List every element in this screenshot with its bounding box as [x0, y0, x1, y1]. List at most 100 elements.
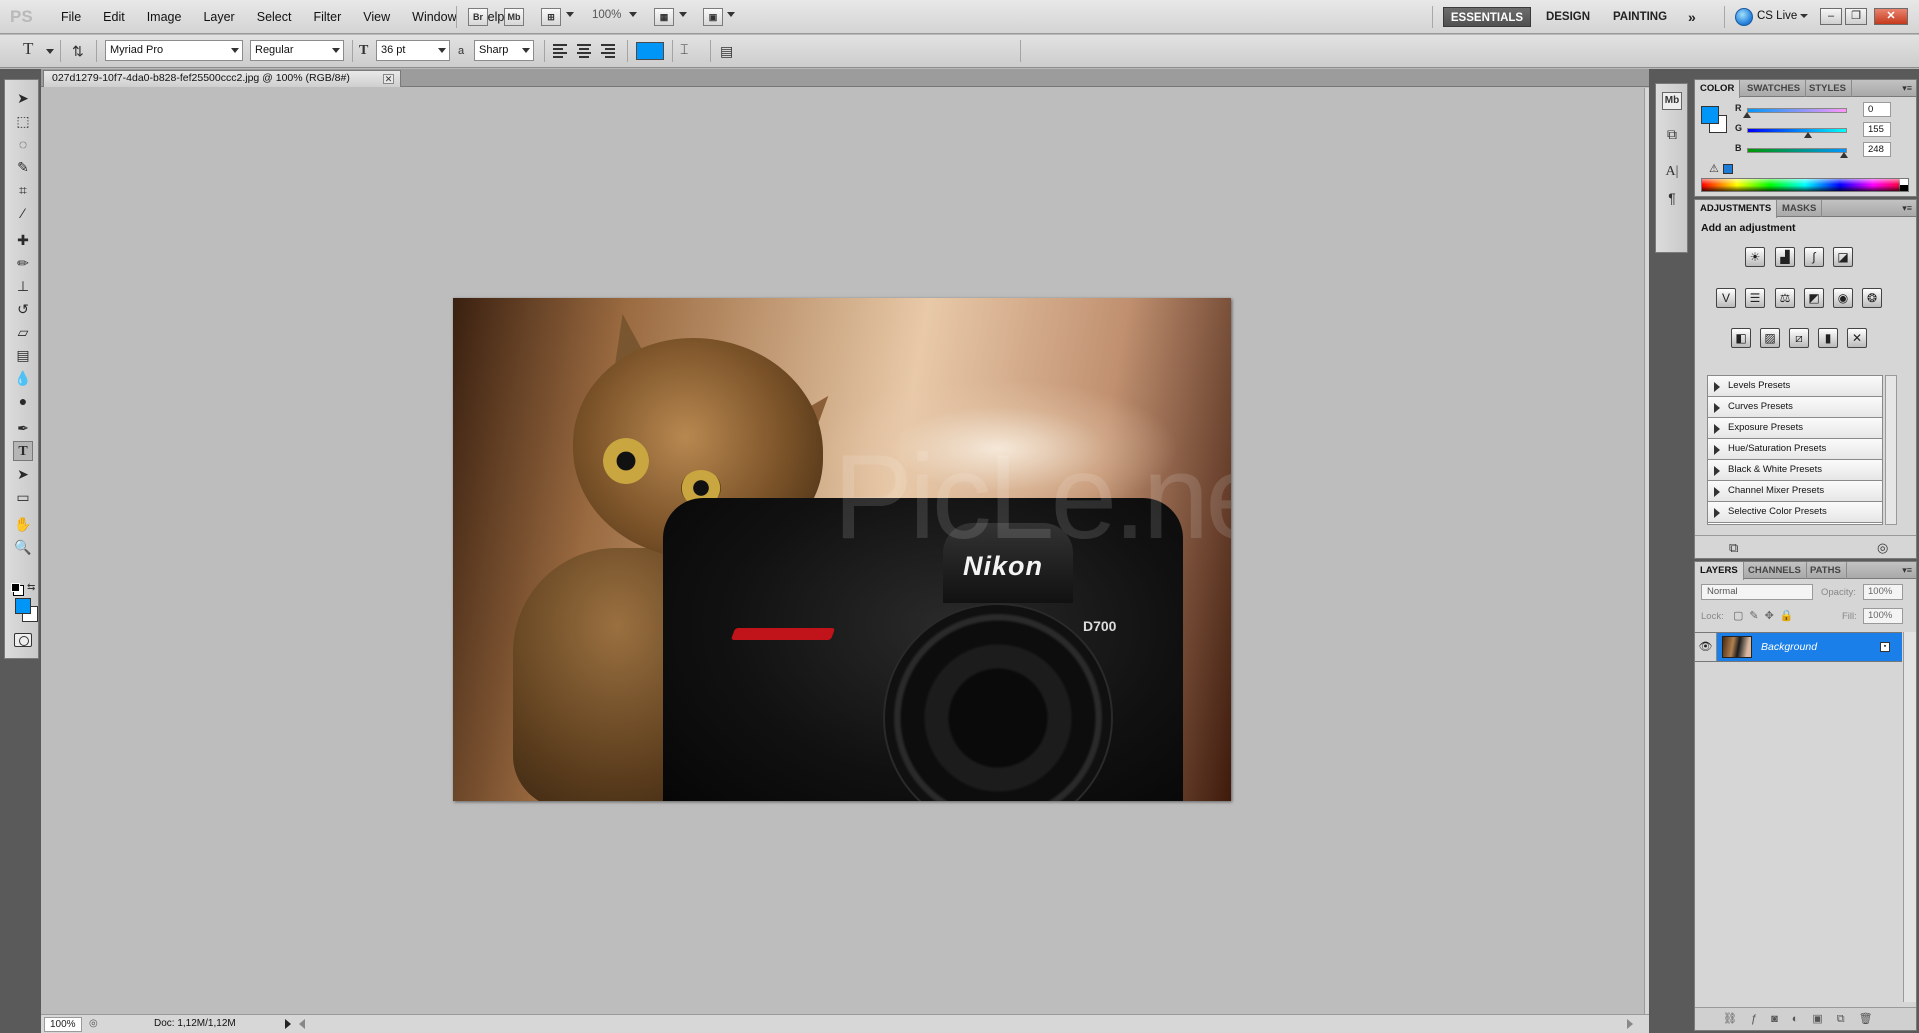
red-slider-thumb[interactable]: [1743, 112, 1751, 118]
brush-tool-icon[interactable]: ✏: [13, 253, 33, 273]
screen-mode-dropdown-icon[interactable]: [727, 12, 735, 17]
eyedropper-icon[interactable]: ⁄: [13, 203, 33, 223]
green-slider-thumb[interactable]: [1804, 132, 1812, 138]
red-value-input[interactable]: 0: [1863, 102, 1891, 117]
blue-value-input[interactable]: 248: [1863, 142, 1891, 157]
status-menu-arrow-icon[interactable]: [285, 1019, 291, 1029]
default-colors-icon[interactable]: [11, 583, 20, 592]
cs-live-menu[interactable]: CS Live: [1757, 10, 1797, 22]
paragraph-panel-icon[interactable]: ¶: [1662, 188, 1682, 208]
lasso-tool-icon[interactable]: ◌: [13, 134, 33, 154]
clone-stamp-icon[interactable]: ⊥: [13, 276, 33, 296]
menu-edit[interactable]: Edit: [92, 9, 136, 25]
text-orientation-icon[interactable]: ⇅: [72, 43, 84, 59]
status-info-icon[interactable]: ◎: [89, 1018, 98, 1029]
posterize-icon[interactable]: ▨: [1760, 328, 1780, 348]
selective-color-icon[interactable]: ✕: [1847, 328, 1867, 348]
rectangle-shape-icon[interactable]: ▭: [13, 487, 33, 507]
vibrance-icon[interactable]: V: [1716, 288, 1736, 308]
cs-live-dropdown-icon[interactable]: [1800, 14, 1808, 18]
menu-layer[interactable]: Layer: [192, 9, 245, 25]
arrange-documents-icon[interactable]: ▦: [654, 8, 674, 26]
visibility-eye-icon[interactable]: 👁: [1695, 633, 1717, 661]
view-extras-icon[interactable]: ⊞: [541, 8, 561, 26]
fill-input[interactable]: 100%: [1863, 608, 1903, 624]
levels-icon[interactable]: ▟: [1775, 247, 1795, 267]
curves-icon[interactable]: ∫: [1804, 247, 1824, 267]
color-panel-foreground-swatch[interactable]: [1701, 106, 1719, 124]
green-slider[interactable]: [1747, 128, 1847, 133]
quick-selection-icon[interactable]: ✎: [13, 157, 33, 177]
pen-tool-icon[interactable]: ✒: [13, 418, 33, 438]
workspace-painting-button[interactable]: PAINTING: [1606, 7, 1674, 27]
workspace-essentials-button[interactable]: ESSENTIALS: [1443, 7, 1531, 27]
foreground-color-swatch[interactable]: [15, 598, 31, 614]
character-panel-icon[interactable]: ▤: [720, 43, 733, 59]
red-slider[interactable]: [1747, 108, 1847, 113]
preset-channel-mixer[interactable]: Channel Mixer Presets: [1708, 481, 1882, 502]
tab-color[interactable]: COLOR: [1695, 80, 1741, 98]
image-canvas[interactable]: Nikon D700 PicLe.net: [453, 298, 1231, 801]
character-panel-icon[interactable]: A|: [1662, 162, 1682, 182]
crop-tool-icon[interactable]: ⌗: [13, 180, 33, 200]
lock-options-icons[interactable]: ▢✎✥🔒: [1733, 609, 1800, 622]
color-spectrum-bar[interactable]: [1701, 178, 1909, 192]
arrange-dropdown-icon[interactable]: [679, 12, 687, 17]
channel-mixer-icon[interactable]: ❂: [1862, 288, 1882, 308]
cs-live-icon[interactable]: [1735, 8, 1753, 26]
blur-tool-icon[interactable]: 💧: [13, 368, 33, 388]
preset-hue-saturation[interactable]: Hue/Saturation Presets: [1708, 439, 1882, 460]
minibridge-panel-icon[interactable]: Mb: [1662, 92, 1682, 110]
preset-black-white[interactable]: Black & White Presets: [1708, 460, 1882, 481]
tab-adjustments[interactable]: ADJUSTMENTS: [1695, 200, 1778, 218]
document-tab[interactable]: 027d1279-10f7-4da0-b828-fef25500ccc2.jpg…: [43, 70, 401, 87]
black-white-icon[interactable]: ◩: [1804, 288, 1824, 308]
font-family-select[interactable]: Myriad Pro: [105, 40, 243, 61]
move-tool-icon[interactable]: ➤: [13, 88, 33, 108]
expanded-view-icon[interactable]: ◎: [1877, 540, 1888, 556]
layer-actions-icons[interactable]: ⛓ƒ◙◐▣⧉🗑: [1723, 1012, 1887, 1026]
tab-masks[interactable]: MASKS: [1777, 200, 1823, 217]
restore-button[interactable]: ❐: [1845, 8, 1867, 25]
panel-menu-icon[interactable]: ▾≡: [1902, 83, 1912, 94]
screen-mode-icon[interactable]: ▣: [703, 8, 723, 26]
brightness-contrast-icon[interactable]: ☀: [1745, 247, 1765, 267]
eraser-tool-icon[interactable]: ▱: [13, 322, 33, 342]
menu-view[interactable]: View: [352, 9, 401, 25]
minibridge-button[interactable]: Mb: [504, 8, 524, 26]
tab-swatches[interactable]: SWATCHES: [1742, 80, 1807, 97]
hue-saturation-icon[interactable]: ☰: [1745, 288, 1765, 308]
tab-styles[interactable]: STYLES: [1804, 80, 1852, 97]
threshold-icon[interactable]: ⧄: [1789, 328, 1809, 348]
zoom-tool-icon[interactable]: 🔍: [13, 537, 33, 557]
preset-curves[interactable]: Curves Presets: [1708, 397, 1882, 418]
layer-name[interactable]: Background: [1761, 641, 1817, 653]
warp-text-icon[interactable]: ⌶: [680, 43, 688, 59]
black-white-swatch[interactable]: [1899, 178, 1909, 192]
font-size-select[interactable]: 36 pt: [376, 40, 450, 61]
status-zoom-field[interactable]: 100%: [44, 1017, 82, 1032]
menu-image[interactable]: Image: [136, 9, 193, 25]
exposure-icon[interactable]: ◪: [1833, 247, 1853, 267]
quick-mask-icon[interactable]: [14, 633, 32, 647]
swap-colors-icon[interactable]: ⇆: [27, 582, 35, 593]
text-color-swatch[interactable]: [636, 42, 664, 60]
opacity-input[interactable]: 100%: [1863, 584, 1903, 600]
menu-filter[interactable]: Filter: [302, 9, 352, 25]
preset-selective-color[interactable]: Selective Color Presets: [1708, 502, 1882, 523]
rectangular-marquee-icon[interactable]: ⬚: [13, 111, 33, 131]
minimize-button[interactable]: –: [1820, 8, 1842, 25]
history-panel-icon[interactable]: ⧉: [1662, 124, 1682, 144]
align-left-button[interactable]: [550, 42, 572, 60]
font-style-select[interactable]: Regular: [250, 40, 344, 61]
gamut-color-swatch[interactable]: [1723, 164, 1733, 174]
antialias-select[interactable]: Sharp: [474, 40, 534, 61]
layer-row[interactable]: 👁 Background ▪: [1695, 632, 1902, 662]
menu-select[interactable]: Select: [246, 9, 303, 25]
blue-slider-thumb[interactable]: [1840, 152, 1848, 158]
healing-brush-icon[interactable]: ✚: [13, 230, 33, 250]
gradient-tool-icon[interactable]: ▤: [13, 345, 33, 365]
dodge-tool-icon[interactable]: ●: [13, 391, 33, 411]
tool-preset-dropdown-icon[interactable]: [46, 49, 54, 54]
panel-menu-icon[interactable]: ▾≡: [1902, 203, 1912, 214]
